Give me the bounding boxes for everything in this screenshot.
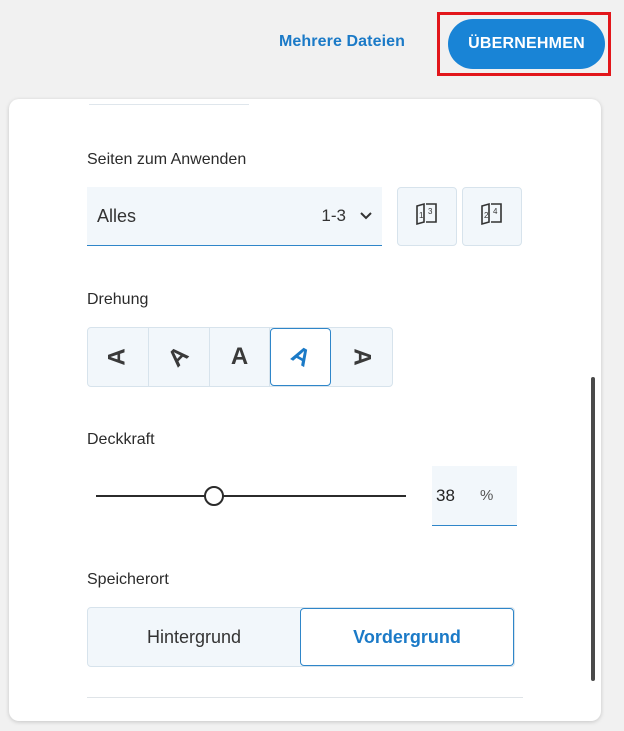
odd-pages-icon: 1 3 — [414, 201, 440, 232]
pages-label: Seiten zum Anwenden — [87, 151, 247, 168]
svg-text:1: 1 — [419, 211, 424, 220]
rotate-0-button[interactable]: A — [210, 328, 271, 386]
top-bar: Mehrere Dateien ÜBERNEHMEN — [0, 0, 624, 90]
scrollbar[interactable] — [591, 377, 595, 681]
rotate-right-45-button[interactable]: A — [270, 328, 332, 386]
opacity-slider-track[interactable] — [96, 495, 406, 497]
opacity-input[interactable]: 38 % — [432, 466, 517, 526]
svg-text:3: 3 — [428, 207, 433, 216]
rotate-left-45-button[interactable]: A — [149, 328, 210, 386]
rotation-label: Drehung — [87, 291, 149, 308]
rotate-left-45-icon: A — [162, 340, 195, 373]
rotate-left-90-button[interactable]: A — [88, 328, 149, 386]
rotate-right-90-icon: A — [348, 348, 376, 366]
divider — [89, 104, 249, 105]
rotate-0-icon: A — [230, 343, 249, 370]
location-label: Speicherort — [87, 571, 169, 588]
foreground-option[interactable]: Vordergrund — [300, 608, 514, 666]
rotate-right-45-icon: A — [286, 340, 316, 373]
pages-range: 1-3 — [321, 206, 346, 225]
odd-pages-button[interactable]: 1 3 — [397, 187, 457, 246]
opacity-slider-thumb[interactable] — [203, 486, 224, 506]
location-options: Hintergrund Vordergrund — [87, 607, 515, 667]
multiple-files-link[interactable]: Mehrere Dateien — [279, 33, 405, 51]
rotation-options: A A A A A — [87, 327, 393, 387]
divider — [87, 697, 523, 698]
rotate-right-90-button[interactable]: A — [331, 328, 392, 386]
pages-select-value: Alles — [97, 205, 137, 226]
opacity-value: 38 — [436, 485, 455, 505]
rotate-left-90-icon: A — [103, 348, 131, 366]
opacity-label: Deckkraft — [87, 431, 155, 448]
svg-text:2: 2 — [484, 211, 489, 220]
even-pages-button[interactable]: 2 4 — [462, 187, 522, 246]
background-option[interactable]: Hintergrund — [88, 608, 300, 666]
svg-text:4: 4 — [493, 207, 498, 216]
even-pages-icon: 2 4 — [479, 201, 505, 232]
chevron-down-icon — [360, 210, 372, 222]
pages-select[interactable]: Alles 1-3 — [87, 187, 382, 246]
apply-button[interactable]: ÜBERNEHMEN — [448, 19, 605, 69]
opacity-unit: % — [480, 487, 494, 504]
watermark-settings-panel: Seiten zum Anwenden Alles 1-3 1 3 2 4 Dr… — [9, 99, 601, 721]
